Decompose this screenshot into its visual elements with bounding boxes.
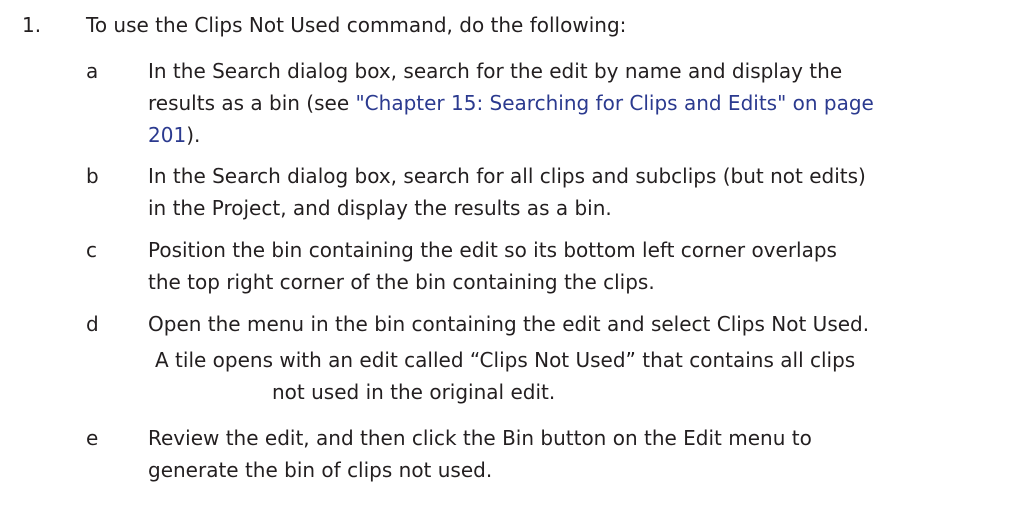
substep-line: results as a bin (see "Chapter 15: Searc… — [148, 87, 998, 119]
substep-text: Open the menu in the bin containing the … — [148, 308, 998, 340]
substep-line: Open the menu in the bin containing the … — [148, 312, 870, 336]
substep-letter: a — [86, 59, 99, 83]
substep-text: Position the bin containing the edit so … — [148, 234, 998, 298]
substep-letter: d — [86, 312, 99, 336]
substep-line: 201). — [148, 119, 998, 151]
substep-text-suffix: ). — [186, 123, 201, 147]
substep-line: the top right corner of the bin containi… — [148, 270, 655, 294]
page-201-link[interactable]: 201 — [148, 123, 186, 147]
substep-letter: e — [86, 426, 99, 450]
substep-text: In the Search dialog box, search for the… — [148, 55, 998, 151]
substep-line: In the Search dialog box, search for the… — [148, 59, 843, 83]
result-note-line: A tile opens with an edit called “Clips … — [155, 348, 856, 372]
result-note-line: not used in the original edit. — [272, 380, 556, 404]
substep-line: Review the edit, and then click the Bin … — [148, 426, 812, 450]
step-number: 1. — [22, 13, 42, 37]
substep-line: generate the bin of clips not used. — [148, 458, 493, 482]
substep-line: In the Search dialog box, search for all… — [148, 164, 866, 188]
substep-text: Review the edit, and then click the Bin … — [148, 422, 998, 486]
substep-line: Position the bin containing the edit so … — [148, 238, 837, 262]
document-page: 1. To use the Clips Not Used command, do… — [0, 0, 1028, 516]
chapter-15-link[interactable]: "Chapter 15: Searching for Clips and Edi… — [355, 91, 873, 115]
substep-text: In the Search dialog box, search for all… — [148, 160, 998, 224]
step-instruction: To use the Clips Not Used command, do th… — [86, 13, 627, 37]
substep-letter: c — [86, 238, 97, 262]
substep-line: in the Project, and display the results … — [148, 196, 612, 220]
substep-text-prefix: results as a bin (see — [148, 91, 356, 115]
substep-letter: b — [86, 164, 99, 188]
